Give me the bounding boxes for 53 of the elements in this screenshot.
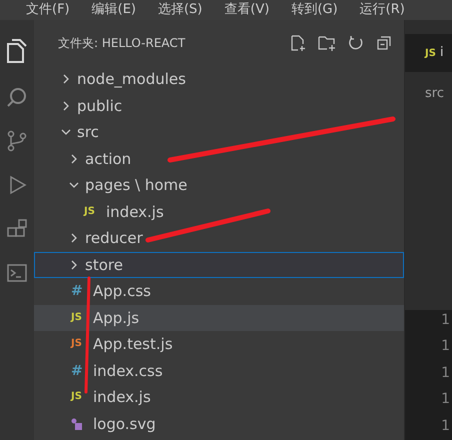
chevron-right-icon (61, 100, 71, 111)
editor-tab[interactable]: JS i (405, 34, 452, 72)
menu-item[interactable]: 查看(V) (224, 0, 270, 20)
hash-icon: # (71, 284, 87, 298)
line-number: 1 (441, 337, 450, 356)
new-folder-icon[interactable] (318, 35, 336, 51)
js-file-icon: JS (84, 206, 100, 217)
menu-item[interactable]: 文件(F) (26, 0, 70, 20)
line-number: 1 (441, 310, 450, 330)
menu-item[interactable]: 转到(G) (291, 0, 338, 20)
explorer-title: 文件夹: HELLO-REACT (58, 35, 186, 52)
tree-item[interactable]: pages \ home (34, 172, 404, 198)
line-number: 1 (441, 364, 450, 382)
search-icon[interactable] (6, 86, 28, 108)
files-icon[interactable] (6, 38, 28, 64)
chevron-down-icon (69, 180, 79, 190)
menu-item[interactable]: 选择(S) (158, 0, 202, 20)
tab-label: i (440, 44, 444, 62)
refresh-icon[interactable] (348, 35, 364, 51)
js-file-icon: JS (425, 46, 436, 60)
breadcrumb[interactable]: src (405, 84, 452, 104)
tree-item[interactable]: # App.css (34, 278, 404, 304)
chevron-right-icon (69, 233, 79, 244)
tree-item[interactable]: action (34, 146, 404, 172)
extensions-icon[interactable] (6, 218, 28, 240)
image-file-icon (71, 418, 83, 430)
tree-item[interactable]: JS App.test.js (34, 331, 404, 358)
tree-item[interactable]: # index.css (34, 358, 404, 384)
chevron-right-icon (69, 260, 79, 270)
js-file-icon: JS (71, 392, 87, 402)
tree-item[interactable]: public (34, 92, 404, 119)
line-number: 1 (441, 416, 450, 436)
tree-item[interactable]: node_modules (34, 66, 404, 92)
collapse-all-icon[interactable] (376, 35, 392, 51)
line-number: 1 (441, 390, 450, 409)
tree-item[interactable]: store (34, 252, 404, 278)
terminal-icon[interactable] (6, 262, 28, 284)
menu-item[interactable]: 运行(R) (360, 0, 405, 20)
tree-item[interactable]: reducer (34, 225, 404, 252)
chevron-right-icon (69, 154, 79, 164)
branch-icon[interactable] (6, 130, 28, 152)
tree-item[interactable]: JS index.js (34, 384, 404, 410)
tree-item[interactable]: logo.svg (34, 410, 404, 437)
new-file-icon[interactable] (290, 35, 306, 51)
chevron-right-icon (61, 74, 71, 84)
menu-item[interactable]: 编辑(E) (92, 0, 136, 20)
chevron-down-icon (61, 127, 71, 138)
js-file-icon: JS (71, 312, 87, 323)
tree-item[interactable]: src (34, 119, 404, 146)
hash-icon: # (71, 364, 87, 378)
js-file-icon: JS (71, 339, 87, 350)
tree-item[interactable]: JS index.js (34, 198, 404, 225)
tree-item[interactable]: JS App.js (34, 304, 404, 331)
